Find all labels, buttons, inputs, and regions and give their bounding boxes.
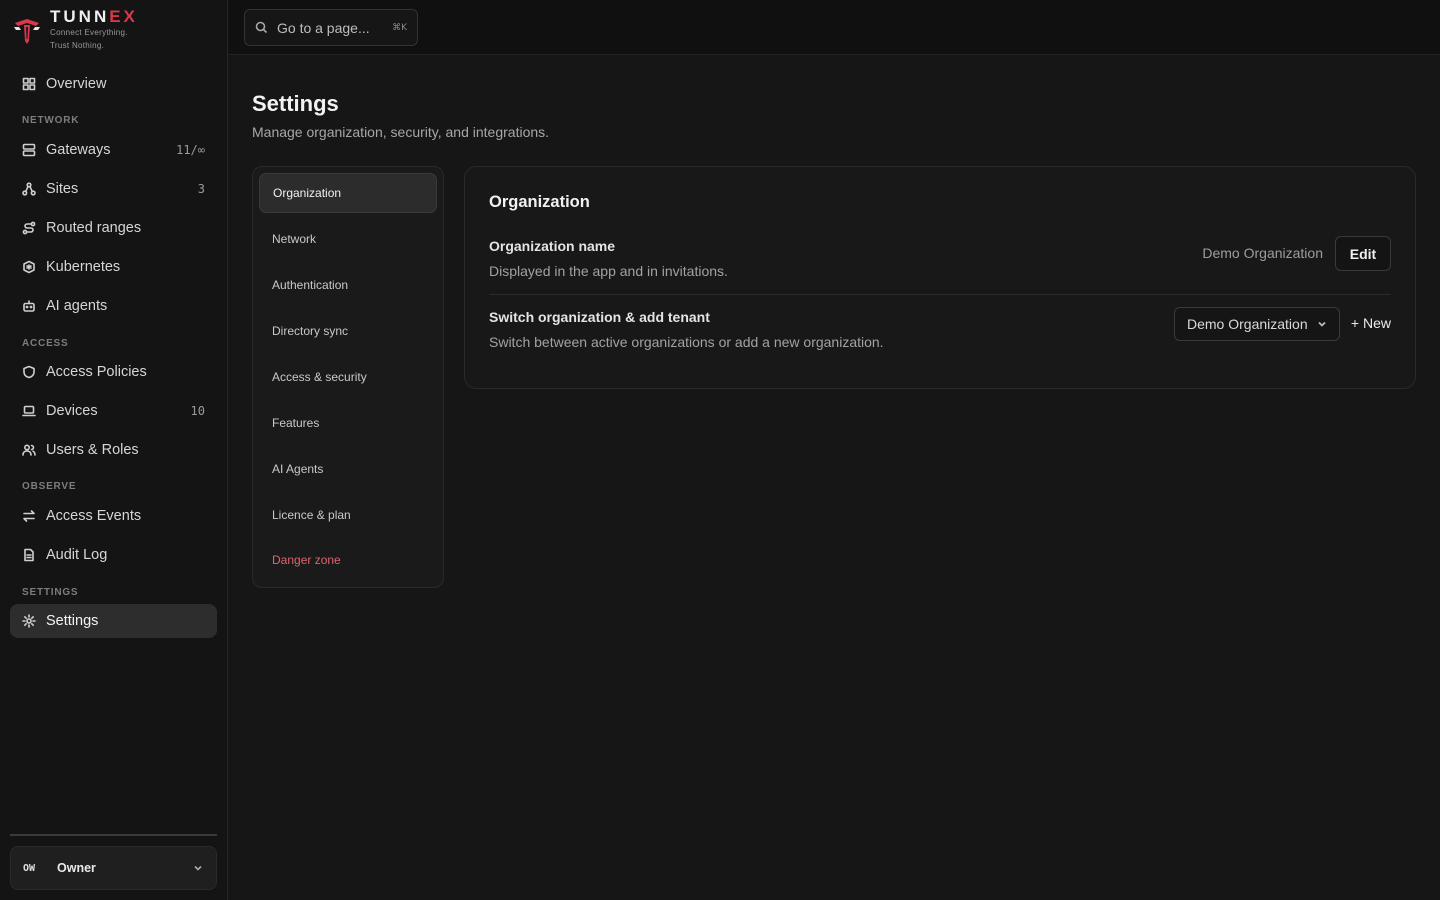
chevron-down-icon: [1317, 319, 1327, 329]
sidebar-item-devices[interactable]: Devices 10: [10, 394, 217, 428]
organization-select-value: Demo Organization: [1187, 316, 1308, 332]
topbar: Go to a page... ⌘K: [228, 0, 1440, 55]
main-content: Go to a page... ⌘K Settings Manage organ…: [228, 0, 1440, 900]
subnav-ai-agents[interactable]: AI Agents: [259, 449, 437, 489]
org-name-value: Demo Organization: [1202, 245, 1323, 261]
sidebar-item-ai-agents[interactable]: AI agents: [10, 289, 217, 323]
app-root: TUNNEX Connect Everything. Trust Nothing…: [0, 0, 1440, 900]
sites-icon: [22, 182, 36, 196]
chevron-down-icon: [192, 862, 204, 874]
avatar: OW: [23, 862, 36, 874]
sidebar-item-label: Gateways: [46, 142, 111, 158]
sidebar-divider: [10, 834, 217, 836]
subnav-network[interactable]: Network: [259, 219, 437, 259]
sidebar-item-label: Sites: [46, 181, 79, 197]
arrows-icon: [22, 509, 36, 523]
switch-org-label: Switch organization & add tenant: [489, 309, 710, 325]
sidebar-item-label: Overview: [46, 76, 107, 92]
sidebar-item-kubernetes[interactable]: Kubernetes: [10, 250, 217, 284]
bot-icon: [22, 299, 36, 313]
gear-icon: [22, 614, 36, 628]
subnav-features[interactable]: Features: [259, 403, 437, 443]
devices-count: 10: [190, 404, 205, 418]
file-icon: [22, 548, 36, 562]
sidebar-item-label: Devices: [46, 403, 98, 419]
settings-subnav: Organization Network Authentication Dire…: [252, 166, 444, 588]
subnav-authentication[interactable]: Authentication: [259, 265, 437, 305]
subnav-organization[interactable]: Organization: [259, 173, 437, 213]
sidebar: TUNNEX Connect Everything. Trust Nothing…: [0, 0, 228, 900]
brand-tagline-1: Connect Everything.: [50, 28, 128, 37]
sidebar-item-label: Routed ranges: [46, 220, 142, 236]
tunnex-logo-icon: [14, 19, 40, 44]
page-title: Settings: [252, 91, 339, 116]
search-icon: [255, 21, 269, 35]
sidebar-item-label: Kubernetes: [46, 259, 121, 275]
edit-org-name-button[interactable]: Edit: [1335, 236, 1391, 271]
section-label-observe: OBSERVE: [22, 481, 77, 492]
org-name-label: Organization name: [489, 238, 616, 254]
section-label-access: ACCESS: [22, 338, 69, 349]
sidebar-item-settings[interactable]: Settings: [10, 604, 217, 638]
organization-select[interactable]: Demo Organization: [1174, 307, 1340, 341]
sidebar-item-label: Access Events: [46, 508, 142, 524]
panel-title: Organization: [489, 193, 590, 211]
row-divider: [489, 294, 1391, 295]
laptop-icon: [22, 404, 36, 418]
search-placeholder: Go to a page...: [277, 19, 370, 36]
users-icon: [22, 443, 36, 457]
sidebar-item-label: Settings: [46, 613, 99, 629]
sidebar-item-overview[interactable]: Overview: [10, 67, 217, 101]
shield-icon: [22, 365, 36, 379]
user-name: Owner: [57, 861, 96, 875]
search-shortcut: ⌘K: [392, 22, 407, 33]
sidebar-item-label: Access Policies: [46, 364, 147, 380]
gateways-count: 11/∞: [176, 143, 205, 157]
sidebar-item-gateways[interactable]: Gateways 11/∞: [10, 133, 217, 167]
section-label-network: NETWORK: [22, 115, 80, 126]
sidebar-item-label: Audit Log: [46, 547, 108, 563]
sidebar-item-routed-ranges[interactable]: Routed ranges: [10, 211, 217, 245]
subnav-danger-zone[interactable]: Danger zone: [259, 540, 437, 580]
sites-count: 3: [197, 182, 205, 196]
server-icon: [22, 143, 36, 157]
new-organization-button[interactable]: + New: [1351, 315, 1391, 331]
search-input[interactable]: Go to a page... ⌘K: [244, 9, 418, 46]
brand-name: TUNNEX: [50, 7, 138, 26]
section-label-settings: SETTINGS: [22, 587, 79, 598]
sidebar-item-label: Users & Roles: [46, 442, 139, 458]
brand-tagline-2: Trust Nothing.: [50, 41, 105, 50]
grid-icon: [22, 77, 36, 91]
org-name-description: Displayed in the app and in invitations.: [489, 263, 728, 279]
sidebar-item-audit-log[interactable]: Audit Log: [10, 538, 217, 572]
subnav-licence-plan[interactable]: Licence & plan: [259, 495, 437, 535]
user-menu[interactable]: OW Owner: [10, 846, 217, 890]
brand[interactable]: TUNNEX Connect Everything. Trust Nothing…: [0, 0, 227, 64]
kubernetes-icon: [22, 260, 36, 274]
sidebar-item-label: AI agents: [46, 298, 108, 314]
organization-panel: Organization Organization name Displayed…: [464, 166, 1416, 389]
sidebar-item-access-events[interactable]: Access Events: [10, 499, 217, 533]
page-subtitle: Manage organization, security, and integ…: [252, 124, 550, 140]
sidebar-item-users-roles[interactable]: Users & Roles: [10, 433, 217, 467]
route-icon: [22, 221, 36, 235]
sidebar-item-access-policies[interactable]: Access Policies: [10, 355, 217, 389]
subnav-access-security[interactable]: Access & security: [259, 357, 437, 397]
subnav-directory-sync[interactable]: Directory sync: [259, 311, 437, 351]
sidebar-item-sites[interactable]: Sites 3: [10, 172, 217, 206]
switch-org-description: Switch between active organizations or a…: [489, 334, 884, 350]
